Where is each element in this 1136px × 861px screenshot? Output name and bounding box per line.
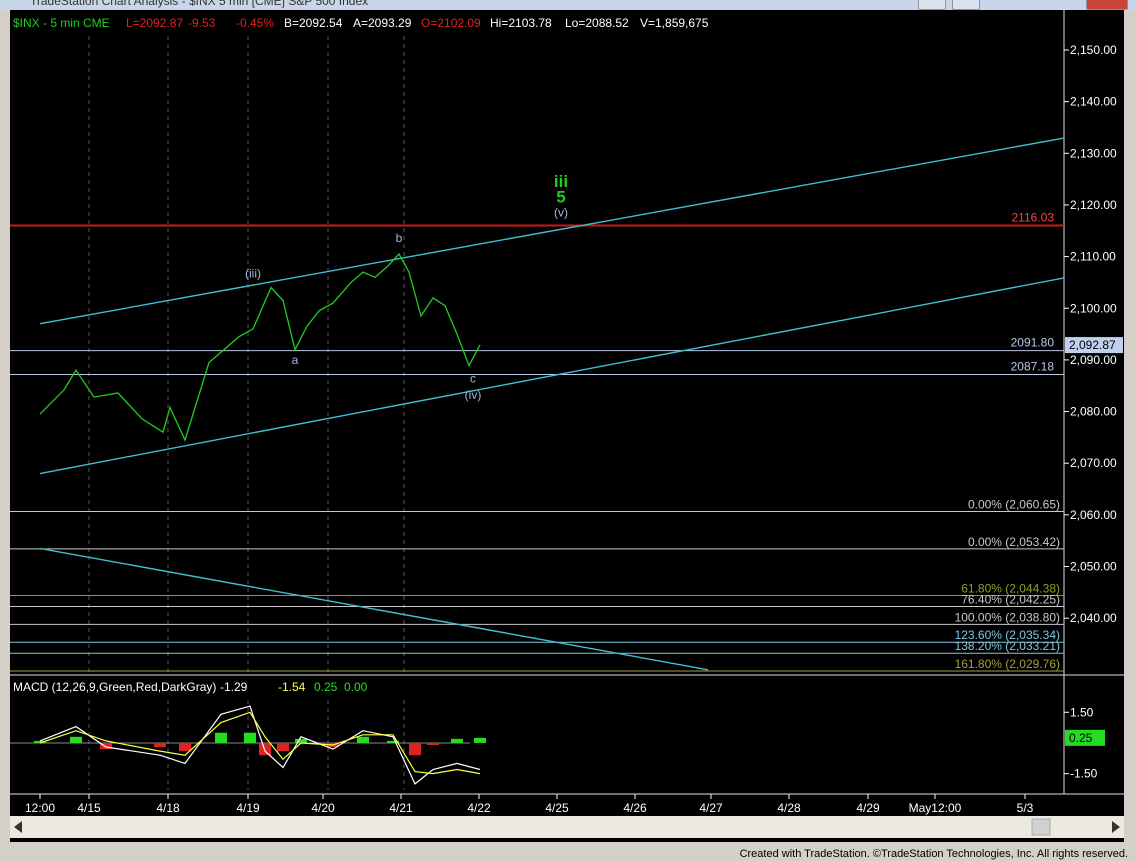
header-ask: A=2093.29 [353,16,412,30]
fib-label: 138.20% (2,033.21) [955,639,1060,653]
channel-line-lower [39,277,1064,475]
macd-hist-bar [215,732,227,743]
macd-value: 0.00 [344,680,368,694]
macd-value: -1.54 [278,680,306,694]
header-low: Lo=2088.52 [565,16,629,30]
fib-label: 0.00% (2,053.42) [968,535,1060,549]
scroll-right-icon[interactable] [1112,821,1120,833]
header-volume: V=1,859,675 [640,16,709,30]
window-title: TradeStation Chart Analysis - $INX 5 min… [30,0,369,8]
macd-ytick-label: -1.50 [1070,767,1098,781]
header-change: -9.53 [188,16,216,30]
close-button[interactable] [1086,0,1128,10]
macd-hist-bar [295,738,307,743]
ytick-label: 2,120.00 [1070,198,1117,212]
fib-label: 76.40% (2,042.25) [961,593,1060,607]
level-label: 2087.18 [1011,359,1055,373]
macd-hist-bar [277,742,289,752]
minimize-button[interactable] [918,0,946,10]
xtick-label: 4/28 [777,801,801,815]
wave-label: b [396,231,403,245]
xtick-label: 5/3 [1017,801,1034,815]
xtick-label: 4/20 [311,801,335,815]
level-label: 2091.80 [1011,336,1055,350]
header-open: O=2102.09 [421,16,481,30]
xtick-label: 4/15 [77,801,101,815]
macd-hist-bar [244,732,256,743]
maximize-button[interactable] [952,0,980,10]
wave-label: (iv) [465,388,482,402]
xtick-label: 4/25 [545,801,569,815]
fib-label: 100.00% (2,038.80) [955,610,1060,624]
xtick-label: 4/27 [699,801,723,815]
ytick-label: 2,080.00 [1070,405,1117,419]
xtick-label: 4/18 [156,801,180,815]
macd-value: 0.25 [314,680,338,694]
xtick-label: May12:00 [909,801,962,815]
ytick-label: 2,100.00 [1070,301,1117,315]
ytick-label: 2,090.00 [1070,353,1117,367]
macd-hist-bar [70,736,82,743]
xtick-label: 12:00 [25,801,55,815]
last-price-label: 2,092.87 [1069,338,1116,352]
macd-hist-bar [179,742,191,752]
macd-hist-bar [357,736,369,743]
header-high: Hi=2103.78 [490,16,552,30]
fib-label: 0.00% (2,060.65) [968,497,1060,511]
fib-label: 161.80% (2,029.76) [955,657,1060,671]
horizontal-scrollbar[interactable] [10,816,1124,838]
xtick-label: 4/21 [389,801,413,815]
channel-line-upper [39,137,1064,325]
ytick-label: 2,050.00 [1070,560,1117,574]
scroll-left-icon[interactable] [14,821,22,833]
wave-label: (v) [554,205,568,219]
macd-hist-bar [427,742,439,745]
wave-label: (iii) [245,266,261,280]
price-line [39,252,481,442]
macd-hist-bar [259,742,271,756]
window-titlebar: TradeStation Chart Analysis - $INX 5 min… [0,0,1136,10]
macd-hist-bar [409,742,421,756]
macd-title: MACD (12,26,9,Green,Red,DarkGray) [13,680,216,694]
wave-label: a [292,353,299,367]
macd-hist-bar [451,738,463,743]
ytick-label: 2,040.00 [1070,611,1117,625]
macd-ytick-label: 1.50 [1070,705,1094,719]
xtick-label: 4/22 [467,801,491,815]
macd-current-label: 0.25 [1069,731,1093,745]
scroll-thumb[interactable] [1031,818,1051,836]
channel-line-down [39,547,709,671]
credit-text: Created with TradeStation. ©TradeStation… [739,848,1128,860]
ytick-label: 2,110.00 [1070,250,1116,264]
header-pct: -0.45% [236,16,274,30]
ytick-label: 2,150.00 [1070,43,1117,57]
chart-frame[interactable]: 2116.03 2091.80 2087.18 0.00% (2,060.65) 0.0… [10,10,1124,842]
ytick-label: 2,060.00 [1070,508,1117,522]
header-last: L=2092.87 [126,16,183,30]
xtick-label: 4/29 [856,801,880,815]
wave-label: iii [554,172,568,191]
ytick-label: 2,130.00 [1070,146,1117,160]
ytick-label: 2,070.00 [1070,456,1117,470]
header-symbol: $INX - 5 min CME [13,16,110,30]
ytick-label: 2,140.00 [1070,95,1117,109]
xtick-label: 4/26 [623,801,647,815]
header-bid: B=2092.54 [284,16,343,30]
level-label: 2116.03 [1012,210,1055,224]
xtick-label: 4/19 [236,801,260,815]
macd-value: -1.29 [220,680,248,694]
macd-hist-bar [474,737,486,743]
macd-hist-bar [154,742,166,748]
price-chart[interactable]: 2116.03 2091.80 2087.18 0.00% (2,060.65) 0.0… [10,10,1124,842]
wave-label: c [470,372,476,386]
